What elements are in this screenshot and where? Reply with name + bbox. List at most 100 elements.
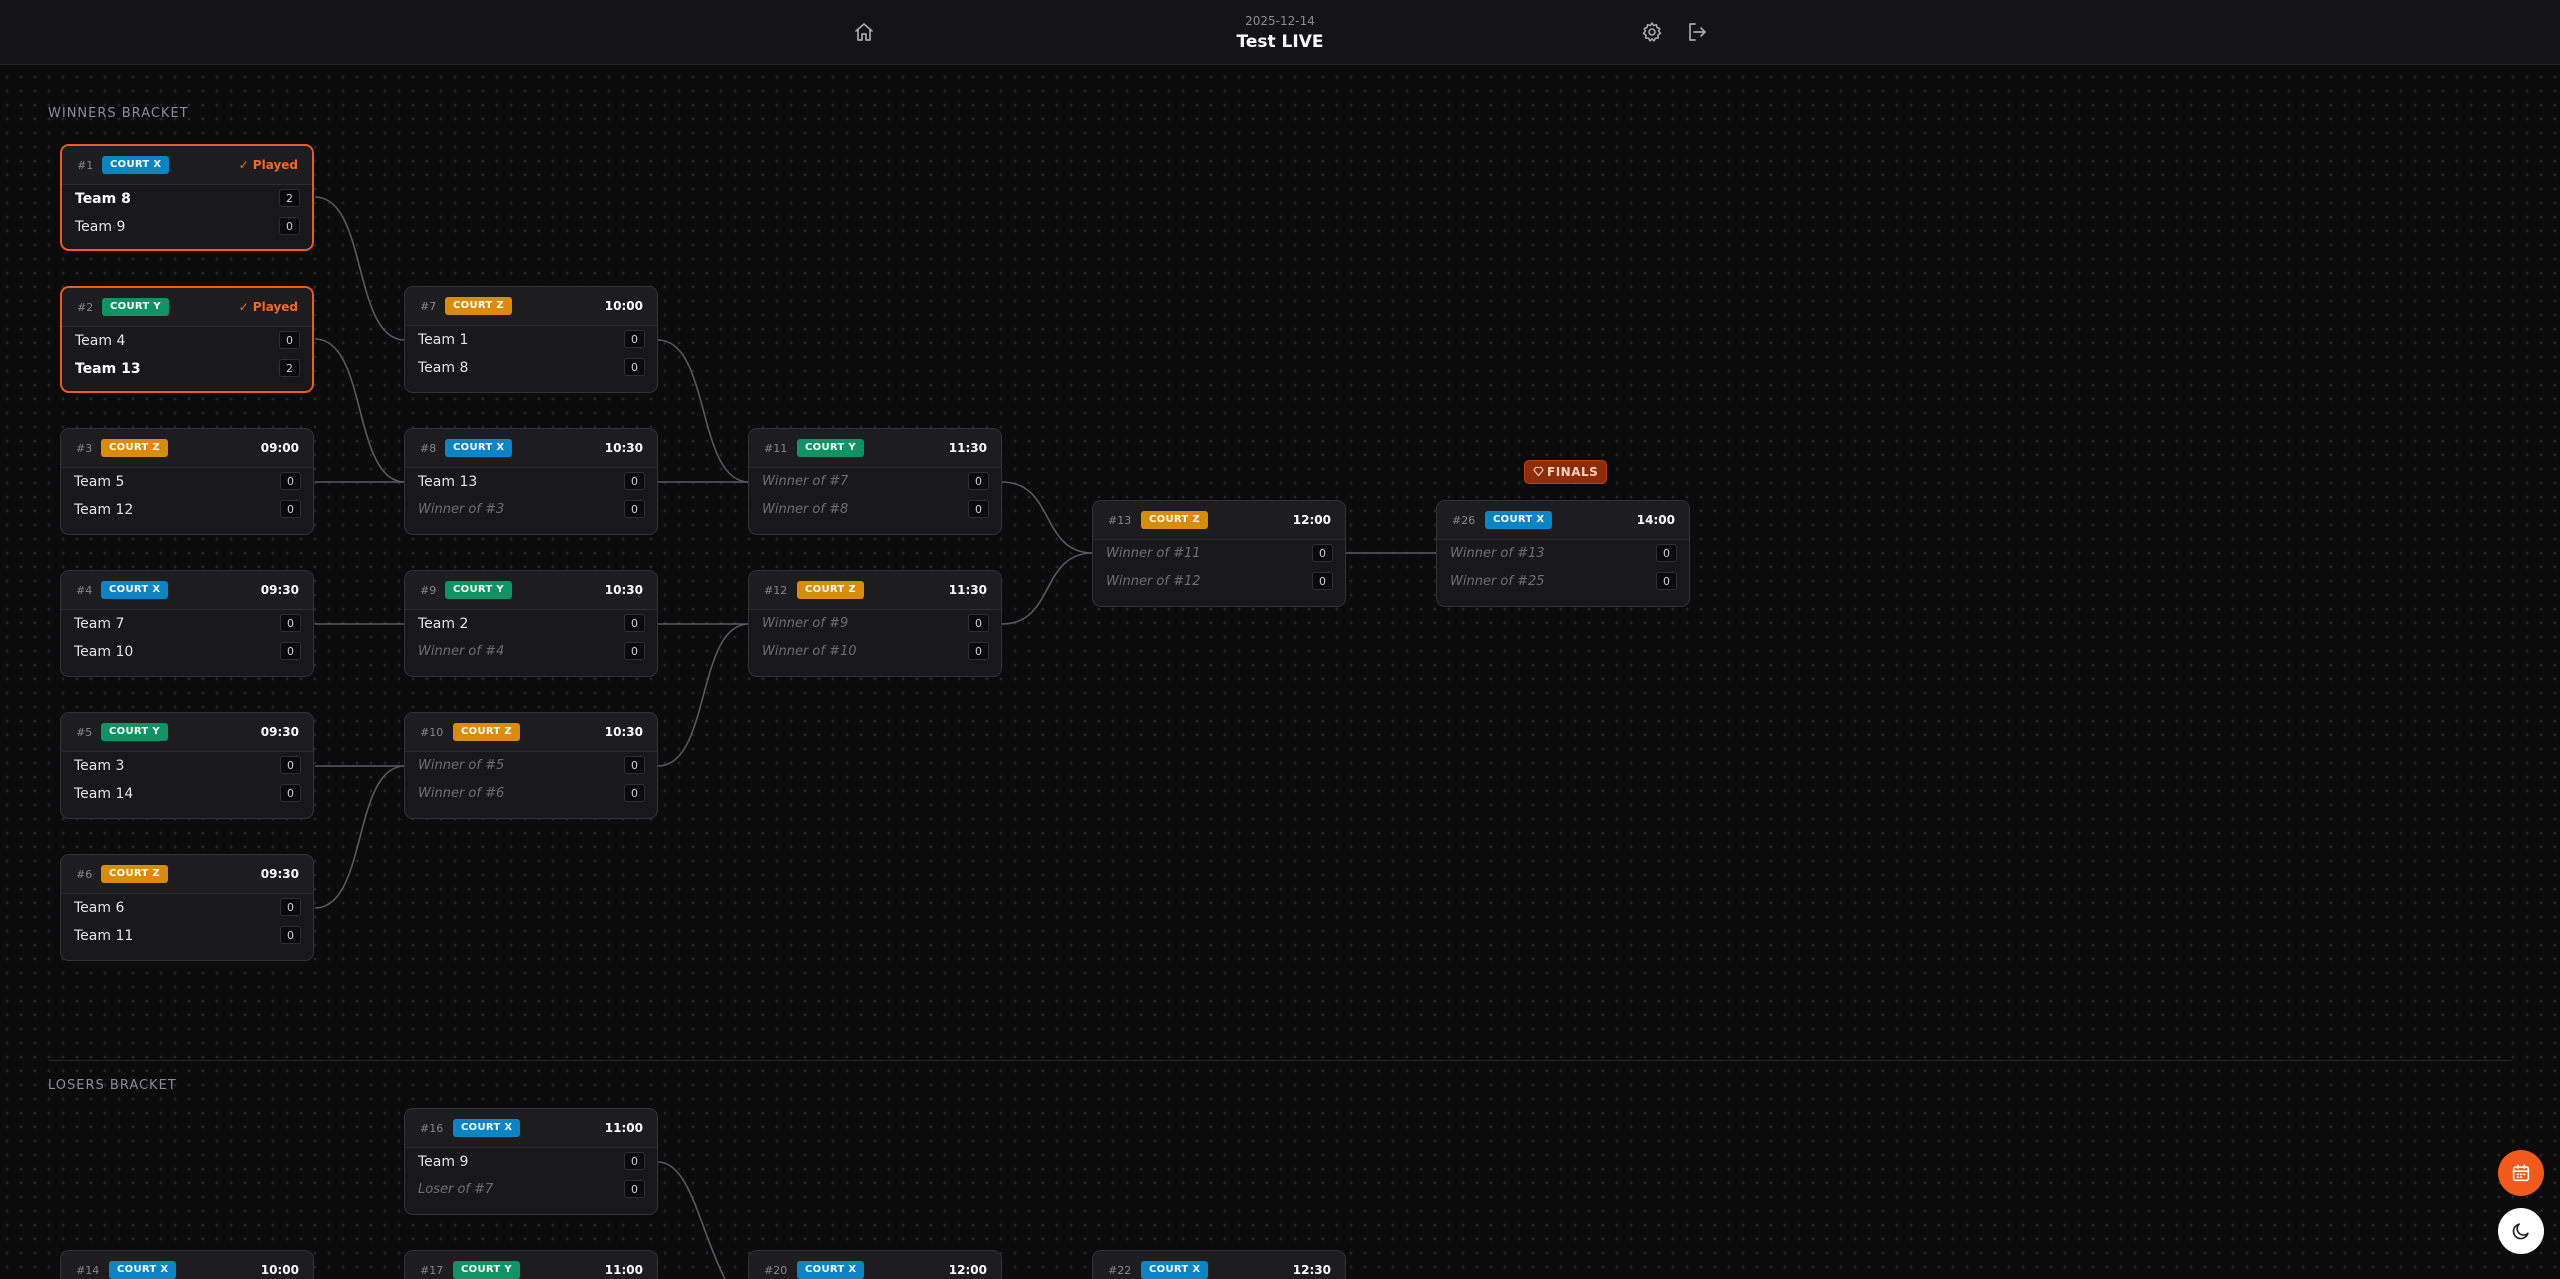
placeholder-team: Winner of #25: [1450, 574, 1545, 589]
calendar-button[interactable]: [2498, 1150, 2544, 1196]
theme-toggle-button[interactable]: [2498, 1208, 2544, 1254]
match-card-2[interactable]: #2 COURT Y ✓ Played Team 4 0 Team 13 2: [60, 286, 314, 393]
score-box: 0: [624, 756, 645, 774]
team-row[interactable]: Team 12 0: [61, 496, 313, 524]
match-time: 09:00: [260, 441, 299, 455]
court-badge: COURT X: [109, 1261, 177, 1279]
team-name: Team 4: [75, 333, 126, 349]
team-row[interactable]: Winner of #3 0: [405, 496, 657, 524]
team-row[interactable]: Winner of #12 0: [1093, 568, 1345, 596]
match-header: #14 COURT X 10:00: [61, 1251, 313, 1279]
match-card-12[interactable]: #12 COURT Z 11:30 Winner of #9 0 Winner o…: [748, 570, 1002, 677]
team-row[interactable]: Team 5 0: [61, 468, 313, 496]
team-row[interactable]: Winner of #10 0: [749, 638, 1001, 666]
team-row[interactable]: Team 2 0: [405, 610, 657, 638]
team-name: Team 2: [418, 616, 469, 632]
score-box: 0: [279, 217, 300, 235]
match-card-9[interactable]: #9 COURT Y 10:30 Team 2 0 Winner of #4 0: [404, 570, 658, 677]
court-badge: COURT Y: [797, 439, 864, 457]
team-row[interactable]: Winner of #25 0: [1437, 568, 1689, 596]
match-card-8[interactable]: #8 COURT X 10:30 Team 13 0 Winner of #3 0: [404, 428, 658, 535]
team-row[interactable]: Team 14 0: [61, 780, 313, 808]
team-row[interactable]: Team 13 0: [405, 468, 657, 496]
court-badge: COURT X: [102, 156, 170, 174]
played-status: ✓ Played: [238, 158, 298, 172]
team-row[interactable]: Winner of #11 0: [1093, 540, 1345, 568]
match-card-26[interactable]: #26 COURT X 14:00 Winner of #13 0 Winner …: [1436, 500, 1690, 607]
team-row[interactable]: Team 4 0: [62, 327, 312, 355]
match-card-16[interactable]: #16 COURT X 11:00 Team 9 0 Loser of #7 0: [404, 1108, 658, 1215]
team-row[interactable]: Team 8 2: [62, 185, 312, 213]
team-row[interactable]: Team 9 0: [62, 213, 312, 241]
placeholder-team: Winner of #4: [418, 644, 505, 659]
match-card-3[interactable]: #3 COURT Z 09:00 Team 5 0 Team 12 0: [60, 428, 314, 535]
match-time: 09:30: [260, 725, 299, 739]
match-card-1[interactable]: #1 COURT X ✓ Played Team 8 2 Team 9 0: [60, 144, 314, 251]
match-card-10[interactable]: #10 COURT Z 10:30 Winner of #5 0 Winner o…: [404, 712, 658, 819]
team-row[interactable]: Winner of #7 0: [749, 468, 1001, 496]
match-number: #8: [420, 442, 437, 455]
score-box: 0: [624, 784, 645, 802]
team-name: Team 12: [74, 502, 134, 518]
team-row[interactable]: Team 10 0: [61, 638, 313, 666]
match-time: 12:30: [1292, 1263, 1331, 1277]
team-row[interactable]: Winner of #4 0: [405, 638, 657, 666]
finals-badge: FINALS: [1524, 460, 1608, 484]
team-row[interactable]: Team 7 0: [61, 610, 313, 638]
match-header: #8 COURT X 10:30: [405, 429, 657, 468]
match-time: 10:30: [604, 441, 643, 455]
court-badge: COURT X: [1485, 511, 1553, 529]
match-card-7[interactable]: #7 COURT Z 10:00 Team 1 0 Team 8 0: [404, 286, 658, 393]
match-card-11[interactable]: #11 COURT Y 11:30 Winner of #7 0 Winner o…: [748, 428, 1002, 535]
team-row[interactable]: Team 11 0: [61, 922, 313, 950]
team-row[interactable]: Winner of #6 0: [405, 780, 657, 808]
team-row[interactable]: Team 1 0: [405, 326, 657, 354]
team-row[interactable]: Winner of #13 0: [1437, 540, 1689, 568]
match-card-13[interactable]: #13 COURT Z 12:00 Winner of #11 0 Winner …: [1092, 500, 1346, 607]
match-card-4[interactable]: #4 COURT X 09:30 Team 7 0 Team 10 0: [60, 570, 314, 677]
court-badge: COURT Z: [101, 865, 168, 883]
match-card-17[interactable]: #17 COURT Y 11:00: [404, 1250, 658, 1279]
score-box: 0: [280, 614, 301, 632]
court-badge: COURT Z: [445, 297, 512, 315]
match-card-14[interactable]: #14 COURT X 10:00: [60, 1250, 314, 1279]
court-badge: COURT Z: [797, 581, 864, 599]
connector-16-next: [657, 1161, 726, 1279]
match-header: #10 COURT Z 10:30: [405, 713, 657, 752]
team-row[interactable]: Team 9 0: [405, 1148, 657, 1176]
match-card-6[interactable]: #6 COURT Z 09:30 Team 6 0 Team 11 0: [60, 854, 314, 961]
team-row[interactable]: Winner of #5 0: [405, 752, 657, 780]
score-box: 0: [624, 1152, 645, 1170]
score-box: 0: [280, 756, 301, 774]
match-number: #7: [420, 300, 437, 313]
match-time: 09:30: [260, 583, 299, 597]
team-row[interactable]: Winner of #8 0: [749, 496, 1001, 524]
score-box: 0: [280, 784, 301, 802]
team-row[interactable]: Team 8 0: [405, 354, 657, 382]
match-header: #1 COURT X ✓ Played: [62, 146, 312, 185]
court-badge: COURT X: [101, 581, 169, 599]
match-time: 09:30: [260, 867, 299, 881]
match-number: #20: [764, 1264, 788, 1277]
team-name: Team 10: [74, 644, 134, 660]
team-row[interactable]: Winner of #9 0: [749, 610, 1001, 638]
team-row[interactable]: Team 3 0: [61, 752, 313, 780]
score-box: 0: [624, 500, 645, 518]
team-row[interactable]: Team 6 0: [61, 894, 313, 922]
team-name: Team 9: [75, 219, 126, 235]
finals-label: FINALS: [1547, 465, 1599, 479]
match-header: #5 COURT Y 09:30: [61, 713, 313, 752]
score-box: 0: [624, 614, 645, 632]
team-row[interactable]: Loser of #7 0: [405, 1176, 657, 1204]
score-box: 0: [968, 614, 989, 632]
match-number: #3: [76, 442, 93, 455]
court-badge: COURT X: [1141, 1261, 1209, 1279]
score-box: 0: [624, 330, 645, 348]
match-card-22[interactable]: #22 COURT X 12:30: [1092, 1250, 1346, 1279]
match-card-20[interactable]: #20 COURT X 12:00: [748, 1250, 1002, 1279]
connector-10-12: [657, 623, 750, 767]
team-row[interactable]: Team 13 2: [62, 355, 312, 383]
score-box: 0: [280, 642, 301, 660]
placeholder-team: Winner of #3: [418, 502, 505, 517]
match-card-5[interactable]: #5 COURT Y 09:30 Team 3 0 Team 14 0: [60, 712, 314, 819]
